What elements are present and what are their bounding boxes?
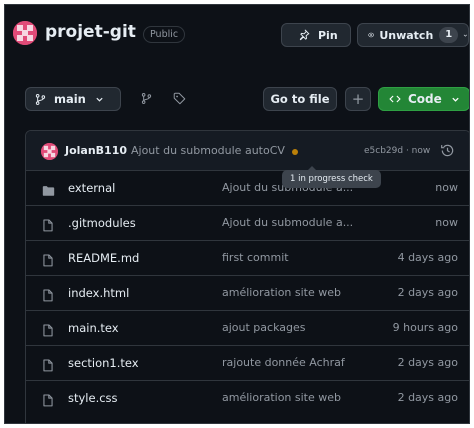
watch-label: Unwatch: [379, 28, 434, 42]
go-to-file-button[interactable]: Go to file: [263, 87, 337, 111]
chevron-down-icon: [463, 34, 468, 37]
repo-name[interactable]: projet-git: [45, 22, 136, 42]
file-name[interactable]: section1.tex: [68, 356, 139, 370]
add-file-button[interactable]: +: [345, 87, 371, 111]
commit-hash-time[interactable]: e5cb29d · now: [364, 146, 430, 156]
git-branch-icon: [35, 93, 46, 105]
eye-icon: [368, 32, 375, 38]
file-commit-message[interactable]: Ajout du submodule a...: [222, 216, 372, 229]
file-icon: [42, 357, 54, 376]
check-tooltip: 1 in progress check: [282, 166, 381, 188]
file-commit-message[interactable]: rajoute donnée Achraf: [222, 356, 372, 369]
pin-icon: [299, 29, 310, 41]
author-avatar[interactable]: [41, 143, 58, 160]
file-commit-time: 4 days ago: [397, 251, 458, 264]
file-icon: [42, 252, 54, 271]
code-icon: [389, 95, 401, 103]
file-name[interactable]: style.css: [68, 391, 118, 405]
file-icon: [42, 287, 54, 306]
file-commit-message[interactable]: first commit: [222, 251, 372, 264]
file-commit-time: 2 days ago: [397, 356, 458, 369]
branch-name: main: [54, 92, 86, 106]
file-icon: [42, 217, 54, 236]
file-icon: [42, 322, 54, 341]
history-icon[interactable]: [440, 143, 455, 158]
file-commit-time: 2 days ago: [397, 391, 458, 404]
visibility-badge: Public: [143, 26, 186, 43]
latest-commit-bar: JolanB110 Ajout du submodule autoCV e5cb…: [26, 131, 469, 188]
file-commit-message[interactable]: amélioration site web: [222, 286, 372, 299]
pin-label: Pin: [318, 28, 338, 42]
file-commit-time: 9 hours ago: [392, 321, 458, 334]
file-name[interactable]: main.tex: [68, 321, 119, 335]
file-commit-time: 2 days ago: [397, 286, 458, 299]
file-row[interactable]: external Ajout du submodule a... now: [26, 171, 469, 206]
branch-selector[interactable]: main: [25, 87, 121, 111]
file-name[interactable]: README.md: [68, 251, 139, 265]
file-row[interactable]: section1.tex rajoute donnée Achraf 2 day…: [26, 346, 469, 381]
tag-icon[interactable]: [173, 92, 186, 105]
file-row[interactable]: index.html amélioration site web 2 days …: [26, 276, 469, 311]
folder-icon: [42, 182, 55, 201]
watch-count: 1: [439, 27, 459, 43]
pin-button[interactable]: Pin: [281, 23, 351, 47]
watch-button[interactable]: Unwatch 1: [357, 23, 469, 47]
file-name[interactable]: external: [68, 181, 115, 195]
check-status-icon[interactable]: [292, 149, 298, 155]
branches-icon[interactable]: [140, 92, 153, 105]
file-commit-message[interactable]: ajout packages: [222, 321, 372, 334]
commit-author[interactable]: JolanB110: [65, 144, 127, 157]
chevron-down-icon: [452, 97, 459, 102]
chevron-down-icon: [96, 97, 103, 102]
commit-message[interactable]: Ajout du submodule autoCV: [131, 144, 285, 157]
repository-page: projet-git Public Pin Unwatch 1 main Go …: [4, 4, 470, 424]
file-list: external Ajout du submodule a... now .gi…: [26, 171, 469, 416]
file-name[interactable]: .gitmodules: [68, 216, 136, 230]
file-commit-message[interactable]: amélioration site web: [222, 391, 372, 404]
code-label: Code: [408, 92, 442, 106]
file-commit-time: now: [435, 216, 458, 229]
file-commit-time: now: [435, 181, 458, 194]
file-row[interactable]: style.css amélioration site web 2 days a…: [26, 381, 469, 416]
repo-header: projet-git Public Pin Unwatch 1: [13, 19, 469, 51]
file-table: JolanB110 Ajout du submodule autoCV e5cb…: [25, 130, 469, 423]
file-row[interactable]: .gitmodules Ajout du submodule a... now: [26, 206, 469, 241]
file-row[interactable]: main.tex ajout packages 9 hours ago: [26, 311, 469, 346]
owner-avatar[interactable]: [13, 21, 37, 45]
code-button[interactable]: Code: [378, 87, 469, 111]
file-icon: [42, 392, 54, 411]
file-row[interactable]: README.md first commit 4 days ago: [26, 241, 469, 276]
file-name[interactable]: index.html: [68, 286, 129, 300]
